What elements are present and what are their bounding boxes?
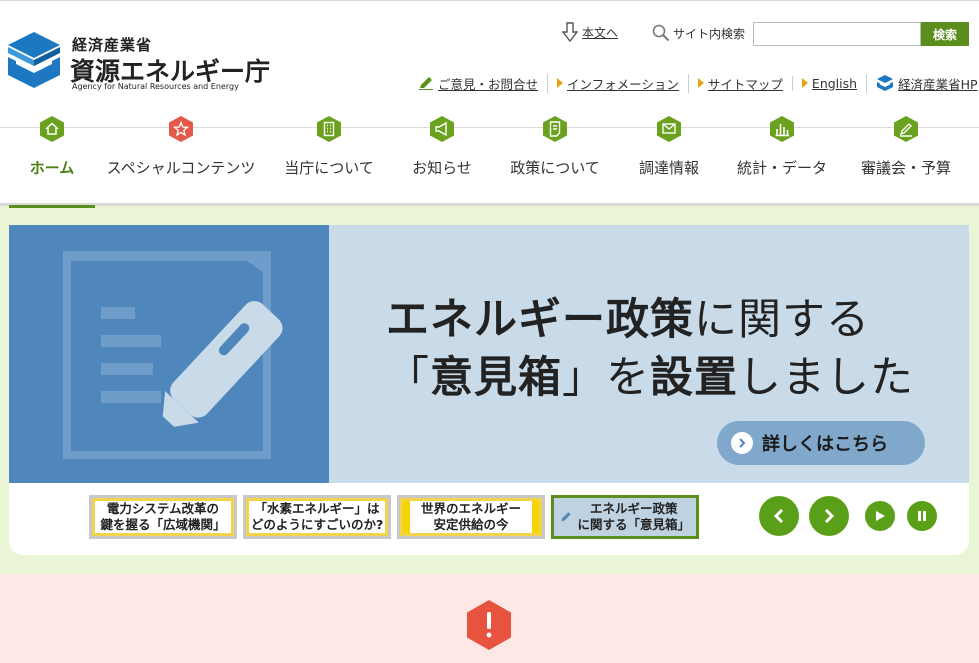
nav-label: ホーム — [29, 159, 75, 177]
util-item-contact[interactable]: ご意見・お問合せ — [418, 74, 547, 93]
carousel: エネルギー政策に関する 「意見箱」を設置しました 詳しくはこちら 電力システム改… — [9, 225, 969, 555]
nav-label: 審議会・予算 — [860, 159, 951, 177]
mail-icon — [657, 116, 681, 142]
thumbnail-text: 世界のエネルギー 安定供給の今 — [421, 501, 521, 532]
play-icon — [876, 511, 885, 521]
building-icon — [317, 116, 341, 142]
nav-label: 統計・データ — [736, 159, 827, 177]
thumbnail-text: 「水素エネルギー」は どのようにすごいのか? — [251, 501, 383, 532]
banner-headline-1: エネルギー政策に関する — [386, 285, 870, 347]
bar-chart-icon — [770, 116, 794, 142]
megaphone-icon — [430, 116, 454, 142]
anre-logo-icon — [8, 32, 60, 88]
thumbnail-text: エネルギー政策 に関する「意見箱」 — [577, 501, 690, 532]
thumbnail-slide-2[interactable]: 「水素エネルギー」は どのようにすごいのか? — [243, 495, 391, 539]
pencil-icon — [561, 512, 571, 522]
alert-icon — [467, 600, 511, 650]
scrollbar[interactable] — [969, 0, 979, 663]
nav-item-policy[interactable]: 政策について — [498, 112, 612, 205]
chevron-right-icon — [824, 508, 835, 524]
thumbnail-line: 安定供給の今 — [433, 517, 509, 532]
nav-item-statistics[interactable]: 統計・データ — [728, 112, 836, 205]
banner-headline-2: 「意見箱」を設置しました — [386, 343, 914, 405]
document-icon — [543, 116, 567, 142]
site-logo[interactable]: 経済産業省 資源エネルギー庁 Agency for Natural Resour… — [8, 30, 270, 94]
banner-text: しました — [738, 353, 914, 403]
nav-label: 調達情報 — [638, 159, 699, 177]
pause-icon — [918, 511, 926, 521]
util-item-sitemap[interactable]: サイトマップ — [687, 73, 792, 93]
thumbnail-line: 電力システム改革の — [106, 501, 220, 517]
star-icon — [169, 116, 193, 142]
global-nav: ホーム スペシャルコンテンツ 当庁について お知らせ 政策について 調達情報 統… — [0, 112, 979, 208]
english-link[interactable]: English — [812, 76, 857, 91]
contact-link[interactable]: ご意見・お問合せ — [438, 74, 538, 93]
nav-label: お知らせ — [412, 159, 472, 177]
search-label-text: サイト内検索 — [673, 26, 746, 41]
opinion-box-pencil-icon — [63, 251, 283, 459]
meti-logo-icon — [877, 75, 894, 91]
triangle-icon — [697, 78, 704, 88]
meti-link[interactable]: 経済産業省HP — [898, 74, 977, 93]
sitemap-link[interactable]: サイトマップ — [708, 74, 783, 93]
home-icon — [40, 116, 64, 142]
carousel-thumbnails: 電力システム改革の 鍵を握る「広域機関」 「水素エネルギー」は どのようにすごいのか… — [89, 495, 699, 539]
edit-icon — [894, 116, 918, 142]
banner-bold: 設置 — [650, 353, 738, 403]
banner-bold: 意見箱 — [430, 353, 562, 403]
triangle-icon — [557, 78, 564, 88]
active-indicator — [9, 205, 95, 208]
carousel-pause-button[interactable] — [907, 501, 937, 531]
thumbnail-slide-1[interactable]: 電力システム改革の 鍵を握る「広域機関」 — [89, 495, 237, 539]
util-item-information[interactable]: インフォメーション — [547, 73, 688, 93]
chevron-right-icon — [731, 432, 753, 454]
util-item-meti[interactable]: 経済産業省HP — [866, 73, 979, 93]
nav-label: 当庁について — [284, 159, 374, 177]
nav-label: スペシャルコンテンツ — [106, 159, 256, 177]
thumbnail-line: エネルギー政策 — [589, 501, 678, 517]
skip-to-content[interactable]: 本文へ — [562, 22, 618, 42]
thumbnail-line: 鍵を握る「広域機関」 — [100, 517, 226, 532]
details-button-label: 詳しくはこちら — [762, 434, 888, 455]
pencil-icon — [419, 77, 433, 90]
agency-name-en: Agency for Natural Resources and Energy — [72, 82, 239, 91]
thumbnail-slide-3[interactable]: 世界のエネルギー 安定供給の今 — [397, 495, 545, 539]
search-input[interactable] — [753, 22, 921, 46]
nav-item-procurement[interactable]: 調達情報 — [622, 112, 716, 205]
down-arrow-icon — [562, 22, 578, 42]
thumbnail-line: に関する「意見箱」 — [577, 517, 690, 532]
banner-illustration[interactable] — [9, 225, 329, 483]
thumbnail-slide-4[interactable]: エネルギー政策 に関する「意見箱」 — [551, 495, 699, 539]
utility-links: ご意見・お問合せ インフォメーション サイトマップ English 経済産業省H… — [418, 73, 979, 93]
carousel-play-button[interactable] — [865, 501, 895, 531]
banner-text: 」を — [562, 353, 650, 403]
search-icon — [652, 24, 670, 42]
nav-item-home[interactable]: ホーム — [9, 112, 95, 208]
nav-item-special[interactable]: スペシャルコンテンツ — [100, 112, 262, 205]
util-item-english[interactable]: English — [791, 75, 866, 91]
skip-link-text[interactable]: 本文へ — [582, 24, 618, 41]
banner-text: に関する — [694, 295, 870, 345]
search-label: サイト内検索 — [652, 24, 745, 42]
nav-item-news[interactable]: お知らせ — [396, 112, 488, 205]
information-link[interactable]: インフォメーション — [567, 74, 679, 93]
details-button[interactable]: 詳しくはこちら — [717, 421, 925, 465]
carousel-next-button[interactable] — [809, 496, 849, 536]
nav-label: 政策について — [510, 159, 600, 177]
carousel-prev-button[interactable] — [759, 496, 799, 536]
nav-item-council-budget[interactable]: 審議会・予算 — [848, 112, 964, 205]
banner-bold: エネルギー政策 — [386, 295, 694, 345]
thumbnail-line: どのようにすごいのか? — [250, 517, 384, 532]
triangle-icon — [801, 78, 808, 88]
thumbnail-text: 電力システム改革の 鍵を握る「広域機関」 — [100, 501, 225, 532]
nav-item-about[interactable]: 当庁について — [272, 112, 386, 205]
top-border — [0, 0, 979, 1]
thumbnail-line: 世界のエネルギー — [420, 501, 521, 517]
chevron-left-icon — [773, 508, 784, 524]
search-button[interactable]: 検索 — [921, 22, 969, 46]
thumbnail-line: 「水素エネルギー」は — [254, 501, 380, 517]
banner-bracket: 「 — [386, 353, 430, 403]
